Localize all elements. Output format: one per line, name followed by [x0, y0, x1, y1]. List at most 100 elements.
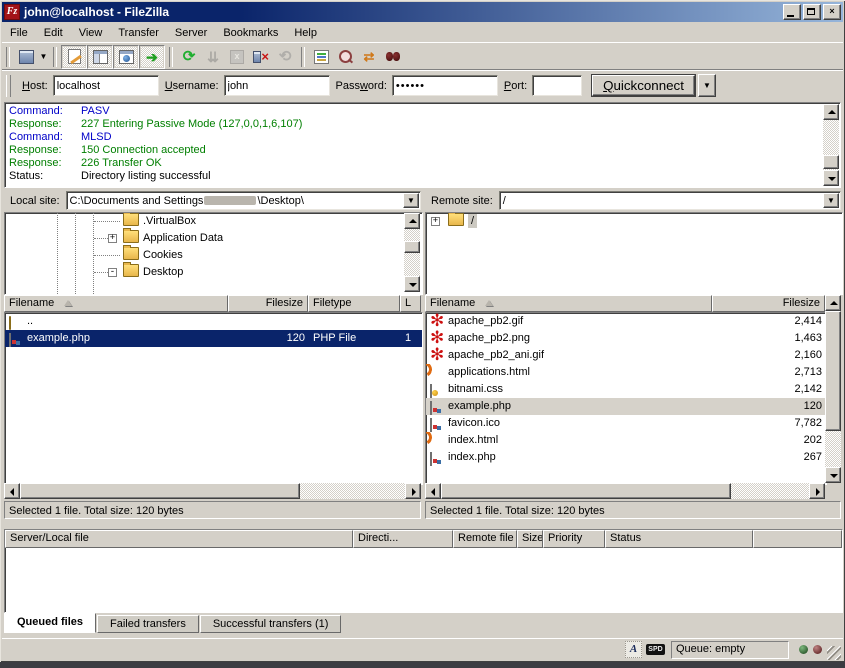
column-direction[interactable]: Directi... [353, 530, 453, 548]
log-scrollbar[interactable] [823, 104, 839, 186]
cancel-button[interactable]: x [225, 46, 249, 68]
column-server-local-file[interactable]: Server/Local file [5, 530, 353, 548]
scroll-thumb[interactable] [441, 483, 731, 499]
column-filesize[interactable]: Filesize [712, 295, 825, 312]
scroll-right-button[interactable] [809, 483, 825, 499]
maximize-button[interactable] [803, 4, 821, 20]
scroll-thumb[interactable] [404, 241, 420, 253]
quickconnect-dropdown[interactable]: ▼ [698, 74, 716, 97]
directory-filters-button[interactable] [309, 46, 333, 68]
remote-file-list: ✻apache_pb2.gif2,414 ✻apache_pb2.png1,46… [425, 312, 827, 485]
scroll-thumb[interactable] [825, 311, 841, 431]
host-input[interactable] [53, 75, 159, 96]
local-hscrollbar[interactable] [4, 483, 421, 499]
toolbar: ▼ ➔ ⟳ ⇊ x × ⟲ ⇄ [2, 42, 843, 70]
password-input[interactable] [392, 75, 498, 96]
resize-grip[interactable] [827, 646, 841, 660]
menu-bookmarks[interactable]: Bookmarks [215, 25, 286, 41]
log-line: Response:226 Transfer OK [9, 157, 840, 170]
directory-comparison-button[interactable] [333, 46, 357, 68]
minimize-icon [787, 15, 794, 17]
scroll-up-button[interactable] [404, 213, 420, 229]
username-input[interactable] [224, 75, 330, 96]
scroll-right-button[interactable] [405, 483, 421, 499]
tree-item-desktop[interactable]: - Desktop [5, 264, 422, 281]
file-row[interactable]: bitnami.css2,142 [426, 381, 826, 398]
process-queue-button[interactable]: ⇊ [201, 46, 225, 68]
scroll-up-button[interactable] [823, 104, 839, 120]
port-input[interactable] [532, 75, 582, 96]
refresh-button[interactable]: ⟳ [177, 46, 201, 68]
site-manager-dropdown[interactable]: ▼ [38, 46, 49, 68]
scroll-thumb[interactable] [823, 155, 839, 169]
scroll-down-button[interactable] [823, 170, 839, 186]
reconnect-button[interactable]: ⟲ [273, 46, 297, 68]
column-filesize[interactable]: Filesize [228, 295, 308, 312]
column-lastmodified[interactable]: L [400, 295, 421, 312]
scroll-down-button[interactable] [404, 276, 420, 292]
disconnect-button[interactable]: × [249, 46, 273, 68]
scroll-thumb[interactable] [20, 483, 300, 499]
menu-file[interactable]: File [2, 25, 36, 41]
menu-server[interactable]: Server [167, 25, 215, 41]
scroll-down-button[interactable] [825, 467, 841, 483]
php-file-icon [9, 333, 11, 347]
expand-icon[interactable]: + [431, 217, 440, 226]
collapse-icon[interactable]: - [108, 268, 117, 277]
menu-transfer[interactable]: Transfer [110, 25, 167, 41]
file-row[interactable]: applications.html2,713 [426, 364, 826, 381]
scroll-left-button[interactable] [425, 483, 441, 499]
scroll-up-button[interactable] [825, 295, 841, 311]
remote-directory-tree: + / [425, 212, 843, 295]
close-button[interactable]: × [823, 4, 841, 20]
local-tree-scrollbar[interactable] [404, 213, 420, 292]
column-filler [753, 530, 842, 548]
combo-dropdown-icon[interactable]: ▼ [403, 193, 419, 208]
local-site-combo[interactable]: C:\Documents and Settings\Desktop\ ▼ [66, 191, 421, 210]
toggle-local-tree-button[interactable] [87, 45, 113, 69]
scroll-left-button[interactable] [4, 483, 20, 499]
tree-item-root[interactable]: + / [426, 213, 842, 230]
toggle-queue-button[interactable]: ➔ [139, 45, 165, 69]
column-size[interactable]: Size [517, 530, 543, 548]
toggle-message-log-button[interactable] [61, 45, 87, 69]
tab-queued-files[interactable]: Queued files [4, 613, 96, 633]
column-filename[interactable]: Filename [425, 295, 712, 312]
file-row-parent[interactable]: .. [5, 313, 422, 330]
tab-failed-transfers[interactable]: Failed transfers [97, 615, 199, 633]
minimize-button[interactable] [783, 4, 801, 20]
combo-dropdown-icon[interactable]: ▼ [823, 193, 839, 208]
tab-successful-transfers[interactable]: Successful transfers (1) [200, 615, 342, 633]
column-status[interactable]: Status [605, 530, 753, 548]
file-row[interactable]: ✻apache_pb2.png1,463 [426, 330, 826, 347]
tree-item-virtualbox[interactable]: .VirtualBox [5, 213, 422, 230]
quickconnect-button[interactable]: Quickconnect [592, 75, 695, 96]
menu-view[interactable]: View [71, 25, 111, 41]
remote-site-label: Remote site: [425, 193, 499, 209]
tree-item-application-data[interactable]: + Application Data [5, 230, 422, 247]
remote-site-combo[interactable]: / ▼ [499, 191, 841, 210]
file-row[interactable]: index.php267 [426, 449, 826, 466]
folder-icon [123, 264, 139, 277]
column-filetype[interactable]: Filetype [308, 295, 400, 312]
file-row-selected[interactable]: example.php 120 PHP File 1 [5, 330, 422, 347]
remote-list-scrollbar[interactable] [825, 295, 841, 483]
column-priority[interactable]: Priority [543, 530, 605, 548]
file-row-selected[interactable]: example.php120 [426, 398, 826, 415]
find-files-button[interactable] [381, 46, 405, 68]
column-filename[interactable]: Filename [4, 295, 228, 312]
file-row[interactable]: ✻apache_pb2_ani.gif2,160 [426, 347, 826, 364]
tree-item-cookies[interactable]: Cookies [5, 247, 422, 264]
menu-help[interactable]: Help [286, 25, 325, 41]
expand-icon[interactable]: + [108, 234, 117, 243]
site-manager-button[interactable] [14, 46, 38, 68]
file-row[interactable]: favicon.ico7,782 [426, 415, 826, 432]
synchronized-browsing-button[interactable]: ⇄ [357, 46, 381, 68]
menu-edit[interactable]: Edit [36, 25, 71, 41]
toggle-remote-tree-button[interactable] [113, 45, 139, 69]
file-row[interactable]: ✻apache_pb2.gif2,414 [426, 313, 826, 330]
column-remote-file[interactable]: Remote file [453, 530, 517, 548]
sync-icon: ⇄ [364, 49, 375, 65]
file-row[interactable]: index.html202 [426, 432, 826, 449]
remote-hscrollbar[interactable] [425, 483, 825, 499]
